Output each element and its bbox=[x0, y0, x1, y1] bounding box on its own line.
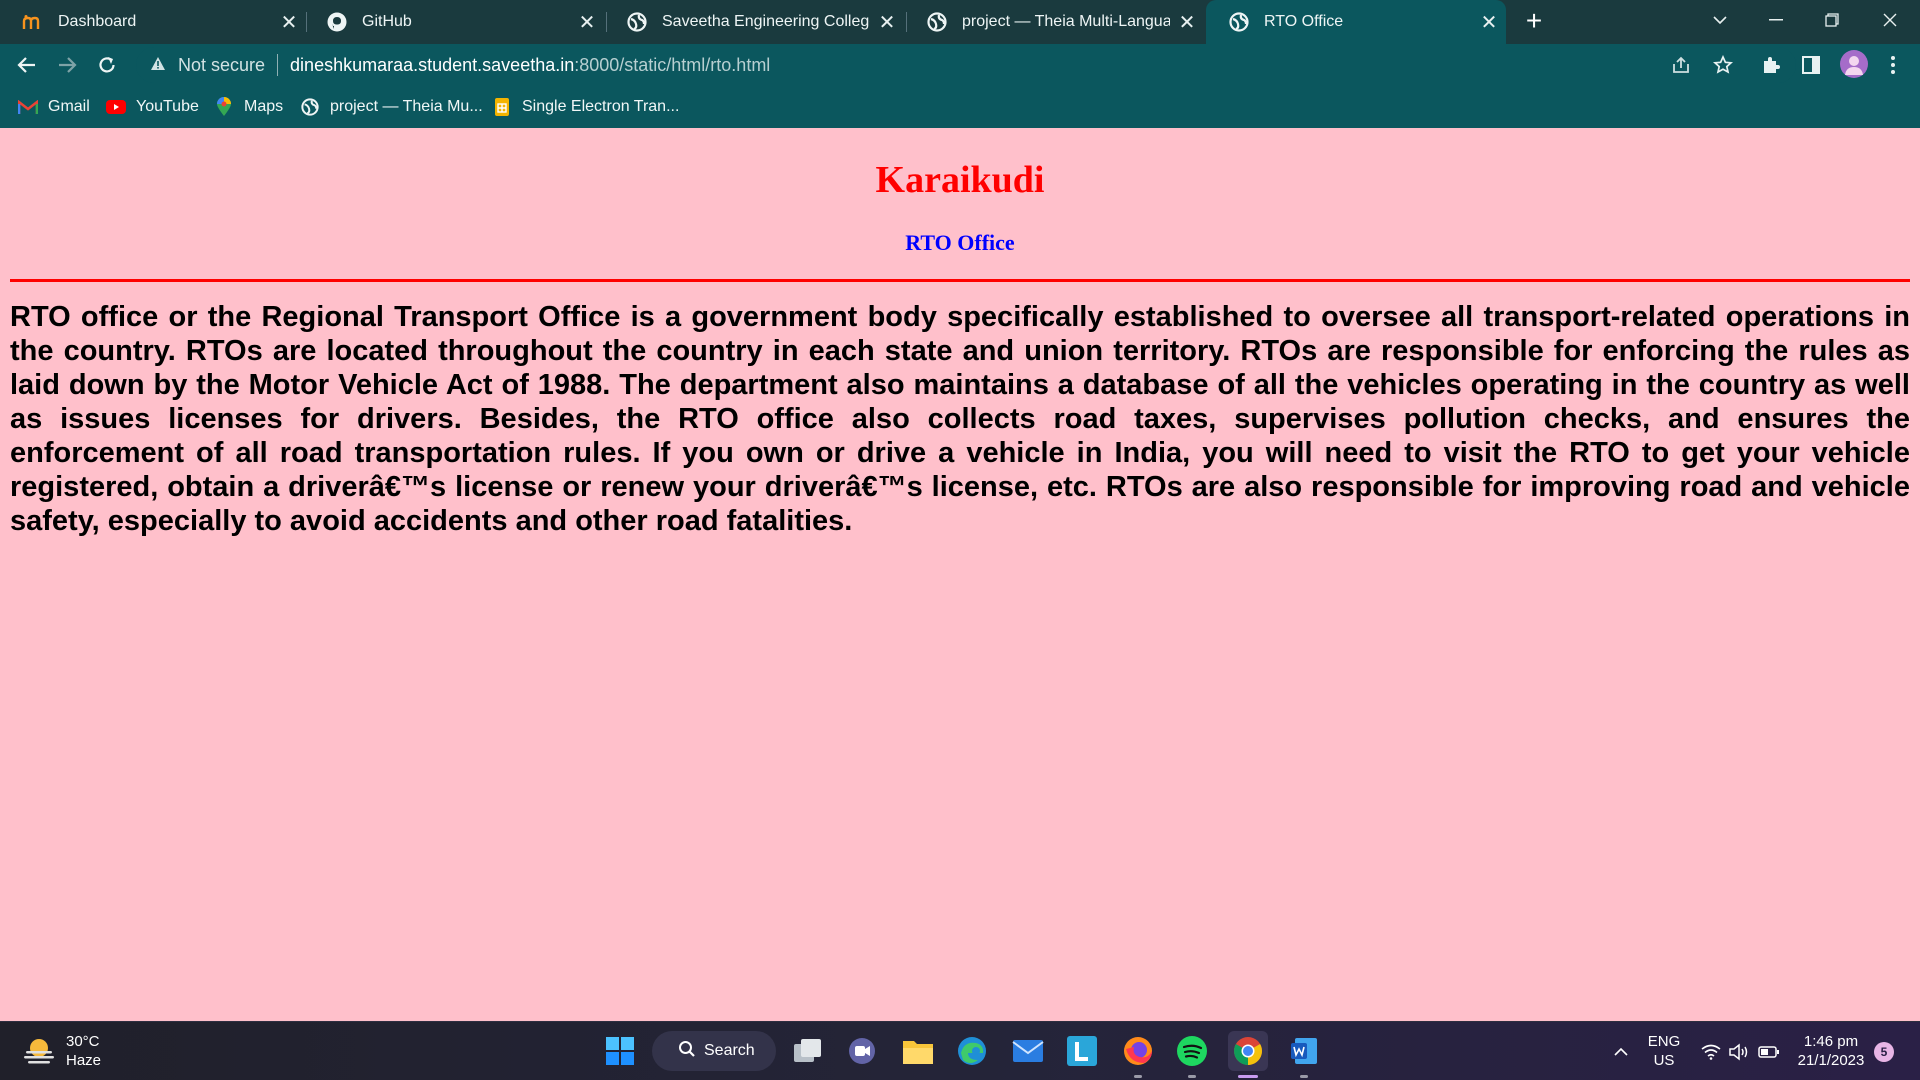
notification-badge[interactable]: 5 bbox=[1874, 1042, 1894, 1062]
close-icon[interactable]: ✕ bbox=[1170, 10, 1204, 35]
forward-button[interactable] bbox=[50, 48, 84, 82]
running-indicator bbox=[1188, 1075, 1196, 1078]
minimize-button[interactable] bbox=[1748, 0, 1804, 40]
language-code: ENG bbox=[1647, 1033, 1681, 1050]
system-clock[interactable]: 1:46 pm 21/1/2023 bbox=[1790, 1032, 1872, 1070]
weather-condition: Haze bbox=[66, 1052, 102, 1069]
youtube-icon bbox=[106, 97, 126, 117]
tab-github[interactable]: GitHub ✕ bbox=[304, 0, 604, 44]
bookmark-label: project — Theia Mu... bbox=[330, 98, 483, 115]
page-subtitle: RTO Office bbox=[905, 230, 1015, 255]
spotify-icon[interactable] bbox=[1172, 1031, 1212, 1071]
clock-date: 21/1/2023 bbox=[1797, 1052, 1865, 1069]
file-explorer-icon[interactable] bbox=[898, 1031, 938, 1071]
teams-chat-icon[interactable] bbox=[842, 1031, 882, 1071]
battery-icon[interactable] bbox=[1758, 1041, 1780, 1063]
tab-search-chevron-icon[interactable] bbox=[1692, 0, 1748, 40]
tab-theia-project[interactable]: project — Theia Multi-Language ✕ bbox=[904, 0, 1204, 44]
horizontal-rule bbox=[10, 279, 1910, 282]
address-bar[interactable]: Not secure dineshkumaraa.student.saveeth… bbox=[136, 47, 1796, 83]
url-path[interactable]: :8000/static/html/rto.html bbox=[574, 55, 770, 76]
haze-weather-icon bbox=[24, 1039, 54, 1064]
menu-kebab-icon[interactable] bbox=[1880, 52, 1906, 78]
bookmark-label: YouTube bbox=[136, 98, 199, 115]
close-icon[interactable]: ✕ bbox=[1472, 10, 1506, 35]
browser-toolbar: Not secure dineshkumaraa.student.saveeth… bbox=[0, 44, 1920, 86]
security-label[interactable]: Not secure bbox=[178, 55, 265, 76]
sheets-icon bbox=[492, 97, 512, 117]
volume-icon[interactable] bbox=[1728, 1041, 1750, 1063]
new-tab-button[interactable]: + bbox=[1518, 5, 1550, 37]
tab-title: Dashboard bbox=[58, 13, 137, 30]
tab-bar: Dashboard ✕ GitHub ✕ Saveetha Engineerin… bbox=[0, 0, 1920, 44]
wifi-icon[interactable] bbox=[1700, 1041, 1722, 1063]
globe-icon bbox=[926, 11, 948, 33]
weather-widget[interactable]: 30°C Haze bbox=[22, 1032, 101, 1070]
share-icon[interactable] bbox=[1668, 52, 1694, 78]
search-label: Search bbox=[704, 1042, 755, 1059]
maps-icon bbox=[214, 97, 234, 117]
profile-avatar[interactable] bbox=[1840, 50, 1868, 78]
l-app-icon[interactable] bbox=[1062, 1031, 1102, 1071]
globe-icon bbox=[300, 97, 320, 117]
weather-temp: 30°C bbox=[66, 1033, 100, 1050]
bookmark-star-icon[interactable] bbox=[1710, 52, 1736, 78]
reload-button[interactable] bbox=[90, 48, 124, 82]
running-indicator bbox=[1300, 1075, 1308, 1078]
bookmark-label: Maps bbox=[244, 98, 284, 115]
mail-icon[interactable] bbox=[1008, 1031, 1048, 1071]
close-icon[interactable]: ✕ bbox=[870, 10, 904, 35]
gmail-icon bbox=[18, 97, 38, 117]
back-button[interactable] bbox=[10, 48, 44, 82]
tab-rto-office[interactable]: RTO Office ✕ bbox=[1206, 0, 1506, 44]
bookmark-label: Gmail bbox=[48, 98, 90, 115]
edge-browser-icon[interactable] bbox=[952, 1031, 992, 1071]
extensions-icon[interactable] bbox=[1758, 52, 1784, 78]
tab-title: project — Theia Multi-Language bbox=[962, 13, 1170, 30]
tab-saveetha[interactable]: Saveetha Engineering College ✕ bbox=[604, 0, 904, 44]
close-icon[interactable]: ✕ bbox=[272, 10, 306, 35]
chrome-icon[interactable] bbox=[1228, 1031, 1268, 1071]
input-language[interactable]: ENG US bbox=[1646, 1032, 1682, 1070]
word-icon[interactable] bbox=[1284, 1031, 1324, 1071]
tab-title: Saveetha Engineering College bbox=[662, 13, 870, 30]
web-page: Karaikudi RTO Office RTO office or the R… bbox=[0, 128, 1920, 1021]
bookmark-single-electron[interactable]: Single Electron Tran... bbox=[492, 94, 679, 120]
tab-dashboard[interactable]: Dashboard ✕ bbox=[0, 0, 306, 44]
globe-icon bbox=[1228, 11, 1250, 33]
address-divider bbox=[277, 54, 279, 76]
globe-icon bbox=[626, 11, 648, 33]
bookmark-label: Single Electron Tran... bbox=[522, 98, 680, 115]
restore-button[interactable] bbox=[1804, 0, 1860, 40]
github-icon bbox=[326, 11, 348, 33]
region-code: US bbox=[1653, 1052, 1675, 1069]
running-indicator bbox=[1134, 1075, 1142, 1078]
task-view-icon[interactable] bbox=[788, 1031, 828, 1071]
windows-start-icon[interactable] bbox=[600, 1031, 640, 1071]
bookmark-youtube[interactable]: YouTube bbox=[106, 94, 199, 120]
close-icon[interactable]: ✕ bbox=[570, 10, 604, 35]
show-hidden-icons-chevron-icon[interactable] bbox=[1610, 1041, 1632, 1063]
close-window-button[interactable] bbox=[1862, 0, 1918, 40]
tab-title: GitHub bbox=[362, 13, 412, 30]
page-title: Karaikudi bbox=[875, 159, 1045, 201]
windows-taskbar: 30°C Haze Search ENG US 1:46 pm 21/1/202… bbox=[0, 1021, 1920, 1080]
search-icon bbox=[678, 1040, 696, 1063]
rto-description: RTO office or the Regional Transport Off… bbox=[10, 301, 1910, 537]
tab-title: RTO Office bbox=[1264, 13, 1344, 30]
clock-time: 1:46 pm bbox=[1803, 1033, 1859, 1050]
bookmarks-bar: Gmail YouTube Maps project — Theia Mu...… bbox=[0, 86, 1920, 128]
bookmark-gmail[interactable]: Gmail bbox=[18, 94, 90, 120]
url-host[interactable]: dineshkumaraa.student.saveetha.in bbox=[290, 55, 574, 76]
running-indicator-active bbox=[1238, 1075, 1258, 1078]
bookmark-theia-project[interactable]: project — Theia Mu... bbox=[300, 94, 483, 120]
taskbar-search[interactable]: Search bbox=[652, 1031, 776, 1071]
bookmark-maps[interactable]: Maps bbox=[214, 94, 283, 120]
side-panel-icon[interactable] bbox=[1798, 52, 1824, 78]
warning-icon[interactable] bbox=[150, 55, 166, 76]
firefox-icon[interactable] bbox=[1118, 1031, 1158, 1071]
moodle-icon bbox=[22, 11, 44, 33]
